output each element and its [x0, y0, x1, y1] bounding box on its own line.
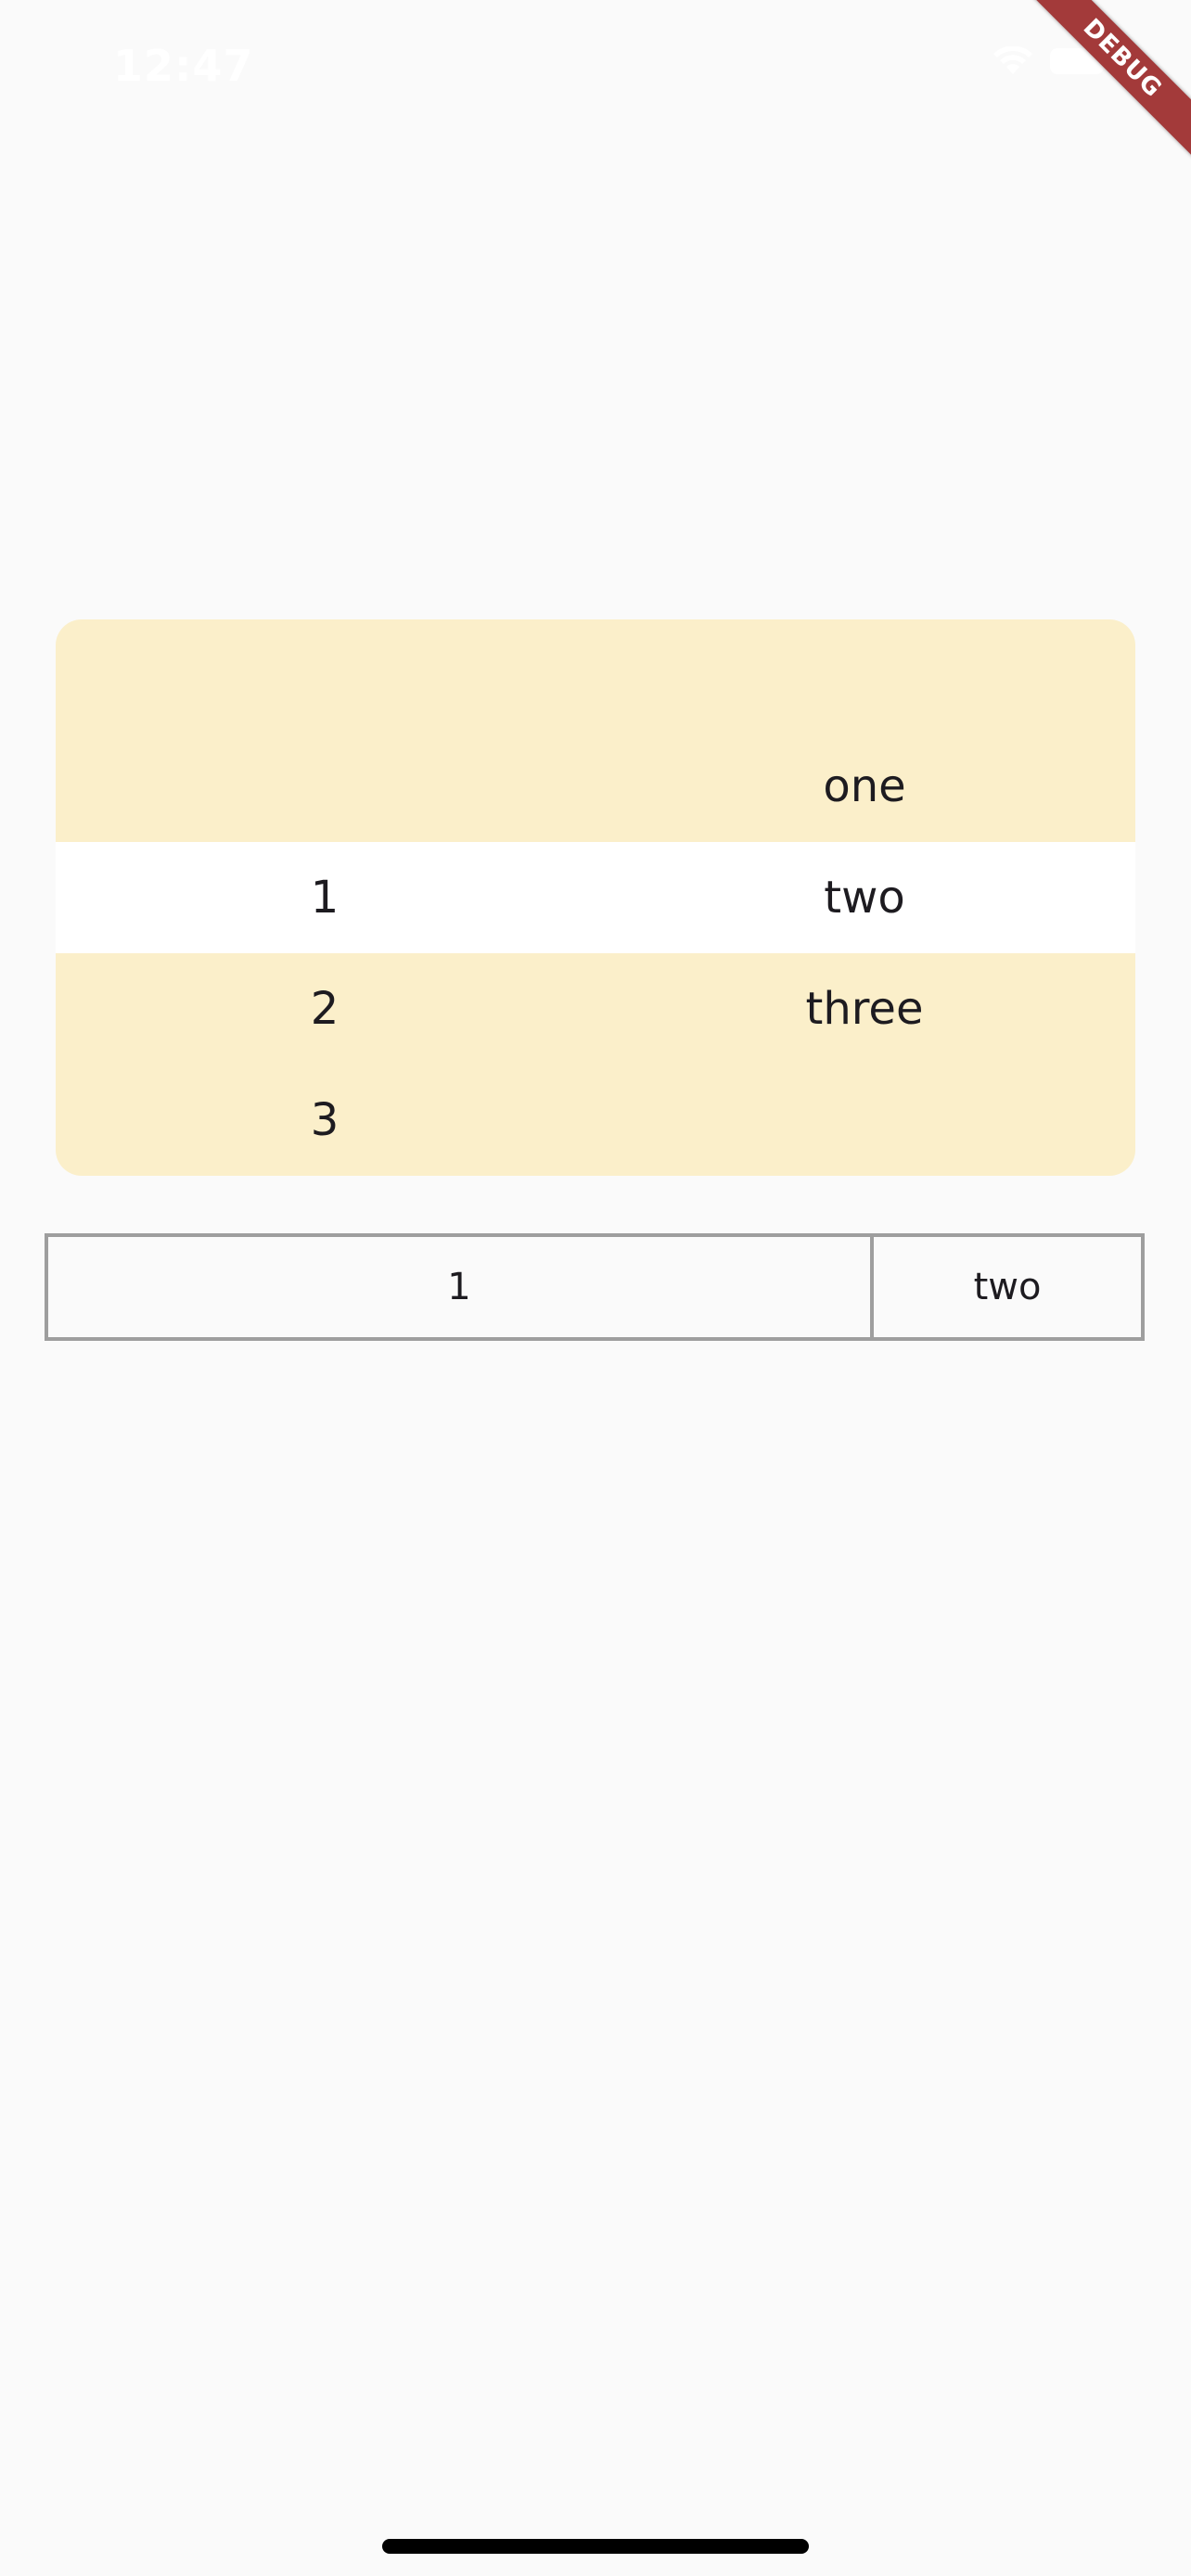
debug-banner-label: DEBUG	[1024, 0, 1191, 164]
table-cell: 1	[310, 872, 339, 924]
table-cell: 1	[48, 1237, 874, 1337]
table-row: 2 three	[56, 953, 1135, 1065]
table-cell: one	[823, 760, 906, 812]
debug-banner: DEBUG	[1024, 0, 1191, 167]
table-cell: 3	[310, 1094, 339, 1146]
table-cell: three	[805, 983, 924, 1035]
rounded-table: one 1 two 2 three 3	[56, 619, 1135, 1176]
status-bar-time: 12:47	[113, 41, 254, 91]
table-cell: two	[824, 872, 905, 924]
bordered-table: 1 two	[45, 1233, 1145, 1341]
table-cell: two	[973, 1266, 1042, 1308]
home-indicator[interactable]	[382, 2539, 809, 2554]
table-cell: 2	[310, 983, 339, 1035]
table-row: 3	[56, 1065, 1135, 1176]
table-row: one	[56, 619, 1135, 842]
table-cell	[56, 731, 594, 842]
table-row: 1 two	[56, 842, 1135, 953]
